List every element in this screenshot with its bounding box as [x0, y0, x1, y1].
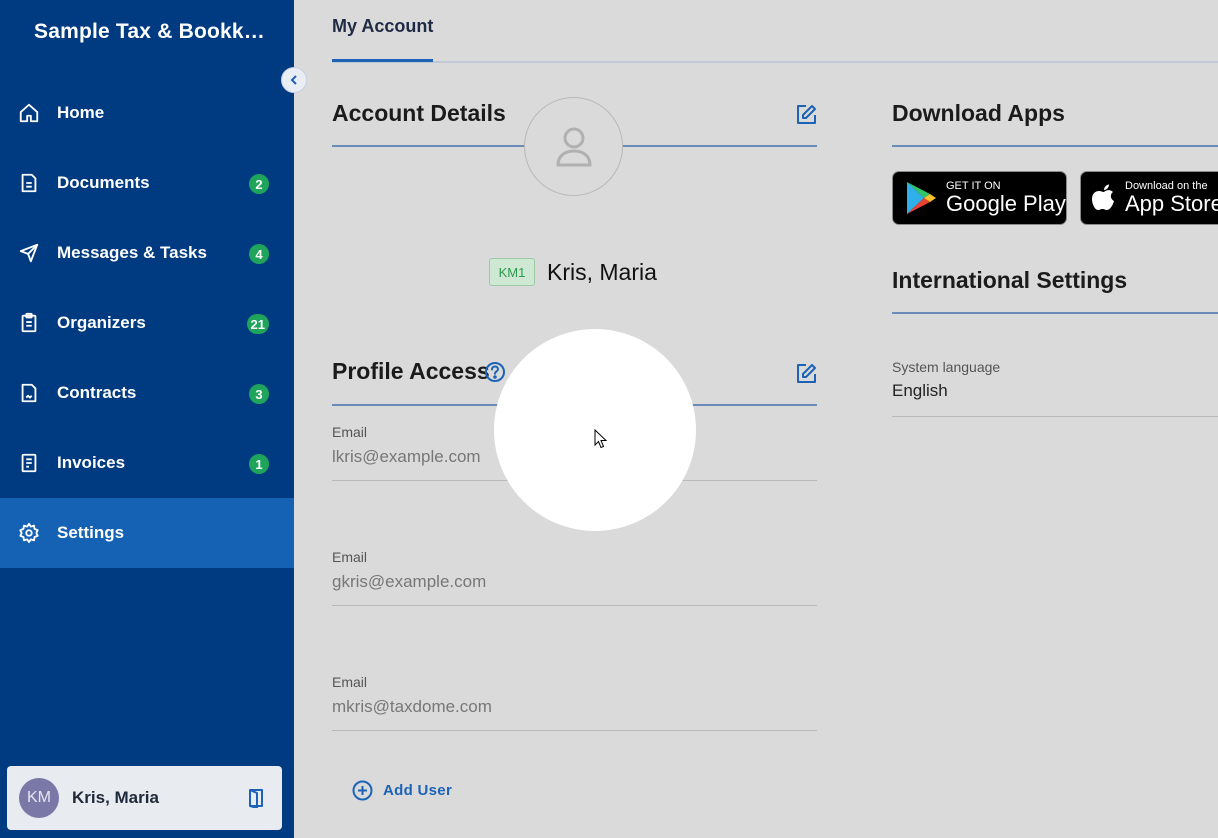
count-badge: 1 [249, 454, 269, 474]
field-underline [892, 416, 1218, 417]
edit-profile-access-icon[interactable] [794, 362, 818, 386]
email-field: gkris@example.com [332, 572, 487, 591]
sidebar-item-label: Documents [57, 173, 150, 192]
system-language-label: System language [892, 359, 1001, 375]
google-play-icon [907, 182, 936, 214]
google-play-button[interactable]: GET IT ON Google Play [892, 171, 1067, 225]
field-underline [332, 605, 817, 606]
help-icon[interactable] [484, 361, 506, 383]
email-field: lkris@example.com [332, 447, 481, 466]
tab-my-account[interactable]: My Account [332, 16, 434, 62]
count-badge: 3 [249, 384, 269, 404]
account-name: Kris, Maria [547, 259, 657, 285]
tab-bar: My Account [332, 0, 1218, 63]
download-apps-divider [892, 145, 1218, 147]
download-apps-title: Download Apps [892, 100, 1065, 126]
sidebar-item-label: Invoices [57, 453, 126, 472]
edit-account-details-icon[interactable] [794, 103, 818, 127]
collapse-sidebar-button[interactable] [281, 67, 307, 93]
field-underline [332, 730, 817, 731]
app-store-big-text: App Store [1125, 191, 1218, 216]
account-details-title: Account Details [332, 100, 506, 126]
paper-plane-icon [18, 242, 40, 264]
count-badge: 21 [246, 314, 269, 334]
brand-name[interactable]: Sample Tax & Bookkeeping [34, 20, 274, 44]
user-icon [555, 127, 592, 166]
sidebar-item-label: Settings [57, 523, 125, 542]
email-field: mkris@taxdome.com [332, 697, 492, 716]
google-play-big-text: Google Play [946, 191, 1066, 216]
sidebar: Sample Tax & Bookkeeping Home Documents … [0, 0, 294, 838]
sidebar-item-messages-tasks[interactable]: Messages & Tasks 4 [0, 218, 294, 288]
plus-circle-icon [352, 780, 373, 801]
contract-icon [18, 382, 40, 404]
count-badge: 2 [249, 174, 269, 194]
sidebar-item-contracts[interactable]: Contracts 3 [0, 358, 294, 428]
sidebar-item-home[interactable]: Home [0, 78, 294, 148]
avatar: KM [19, 778, 59, 818]
home-icon [18, 102, 40, 124]
apple-icon [1092, 184, 1114, 210]
count-badge: 4 [249, 244, 269, 264]
clipboard-icon [18, 312, 40, 334]
sidebar-item-label: Home [57, 103, 105, 122]
chevron-left-icon [290, 75, 297, 85]
profile-avatar[interactable] [524, 97, 623, 196]
system-language-select[interactable]: English [892, 381, 948, 401]
switch-account-icon[interactable] [246, 788, 266, 808]
international-settings-divider [892, 312, 1218, 314]
international-settings-title: International Settings [892, 267, 1128, 293]
sidebar-item-documents[interactable]: Documents 2 [0, 148, 294, 218]
sidebar-item-organizers[interactable]: Organizers 21 [0, 288, 294, 358]
user-name: Kris, Maria [72, 788, 159, 807]
current-user-card[interactable]: KM Kris, Maria [7, 766, 282, 830]
email-label: Email [332, 674, 368, 690]
app-store-button[interactable]: Download on the App Store [1080, 171, 1218, 225]
gear-icon [18, 522, 40, 544]
main-content: My Account Account Details KM1 Kris, Mar… [294, 0, 1218, 838]
profile-access-title: Profile Access [332, 358, 490, 384]
mouse-cursor-icon [594, 429, 608, 449]
email-label: Email [332, 549, 368, 565]
email-label: Email [332, 424, 368, 440]
sidebar-item-settings[interactable]: Settings [0, 498, 294, 568]
sidebar-nav: Home Documents 2 Messages & Tasks 4 Orga… [0, 78, 294, 568]
document-icon [18, 172, 40, 194]
sidebar-item-label: Organizers [57, 313, 146, 332]
client-id-badge: KM1 [489, 258, 535, 286]
sidebar-item-label: Messages & Tasks [57, 243, 207, 262]
add-user-button[interactable]: Add User [352, 780, 452, 801]
sidebar-item-label: Contracts [57, 383, 137, 402]
invoice-icon [18, 452, 40, 474]
add-user-label: Add User [383, 782, 453, 799]
sidebar-item-invoices[interactable]: Invoices 1 [0, 428, 294, 498]
